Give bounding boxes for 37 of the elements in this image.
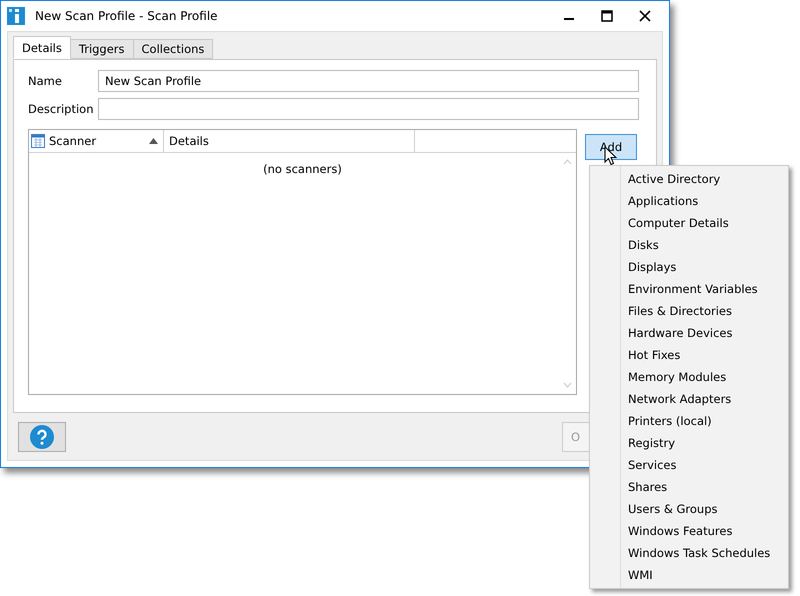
input-field[interactable] bbox=[98, 98, 639, 120]
close-icon[interactable] bbox=[639, 10, 651, 22]
menu-item[interactable]: Windows Features bbox=[590, 520, 788, 542]
column-header[interactable]: Details bbox=[164, 130, 415, 152]
menu-item[interactable]: Computer Details bbox=[590, 212, 788, 234]
menu-item[interactable]: Users & Groups bbox=[590, 498, 788, 520]
menu-item[interactable]: Services bbox=[590, 454, 788, 476]
menu-item[interactable]: Applications bbox=[590, 190, 788, 212]
maximize-icon[interactable] bbox=[601, 10, 613, 22]
empty-message: (no scanners) bbox=[263, 162, 342, 176]
help-icon bbox=[30, 424, 54, 448]
field-label: Description bbox=[28, 102, 94, 116]
menu-item[interactable]: WMI bbox=[590, 564, 788, 586]
tab[interactable]: Triggers bbox=[70, 39, 134, 59]
menu-item[interactable]: Windows Task Schedules bbox=[590, 542, 788, 564]
menu-item[interactable]: Hot Fixes bbox=[590, 344, 788, 366]
menu-item[interactable]: Active Directory bbox=[590, 168, 788, 190]
column-header[interactable]: Scanner bbox=[49, 130, 164, 152]
calendar-icon[interactable] bbox=[31, 134, 45, 148]
tab[interactable]: Details bbox=[13, 36, 71, 59]
window-title: New Scan Profile - Scan Profile bbox=[35, 9, 218, 23]
menu-item[interactable]: Printers (local) bbox=[590, 410, 788, 432]
menu-item[interactable]: Disks bbox=[590, 234, 788, 256]
menu-item[interactable]: Registry bbox=[590, 432, 788, 454]
tab[interactable]: Collections bbox=[132, 39, 214, 59]
menu-item[interactable]: Environment Variables bbox=[590, 278, 788, 300]
menu-item[interactable]: Hardware Devices bbox=[590, 322, 788, 344]
input-field[interactable]: New Scan Profile bbox=[98, 70, 639, 92]
menu-item[interactable]: Shares bbox=[590, 476, 788, 498]
app-icon bbox=[7, 7, 25, 25]
help-button[interactable] bbox=[18, 422, 66, 452]
menu-item[interactable]: Network Adapters bbox=[590, 388, 788, 410]
menu-item[interactable]: Displays bbox=[590, 256, 788, 278]
menu-item[interactable]: Memory Modules bbox=[590, 366, 788, 388]
menu-item[interactable]: Files & Directories bbox=[590, 300, 788, 322]
sort-up-icon bbox=[149, 138, 158, 144]
field-label: Name bbox=[28, 74, 63, 88]
